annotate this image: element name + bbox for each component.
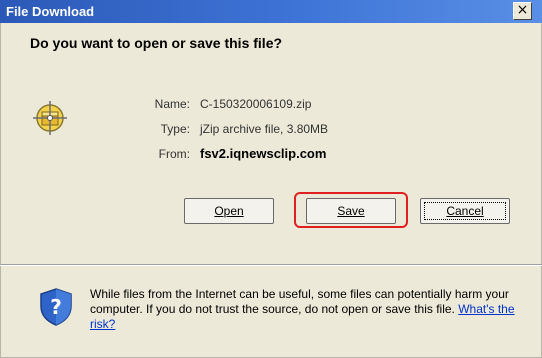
focus-rect xyxy=(424,202,506,220)
window-title: File Download xyxy=(6,4,95,19)
zip-file-icon xyxy=(33,101,67,135)
file-name-value: C-150320006109.zip xyxy=(200,97,312,111)
dialog-body xyxy=(0,23,542,264)
file-source-value: fsv2.iqnewsclip.com xyxy=(200,146,327,161)
file-type-value: jZip archive file, 3.80MB xyxy=(200,122,329,136)
type-label: Type: xyxy=(160,122,190,136)
dialog-question: Do you want to open or save this file? xyxy=(30,35,283,51)
shield-question-icon: ? xyxy=(40,288,72,326)
warning-text: While files from the Internet can be use… xyxy=(90,287,509,316)
svg-text:?: ? xyxy=(50,295,62,319)
from-label: From: xyxy=(158,147,190,161)
open-button[interactable]: Open xyxy=(184,198,274,224)
close-icon[interactable]: × xyxy=(513,2,532,20)
save-highlight xyxy=(294,192,408,228)
open-button-label: Open xyxy=(214,204,244,218)
title-bar: File Download × xyxy=(0,0,542,23)
security-warning: While files from the Internet can be use… xyxy=(90,287,530,332)
cancel-button[interactable]: Cancel xyxy=(420,198,510,224)
name-label: Name: xyxy=(154,97,190,111)
